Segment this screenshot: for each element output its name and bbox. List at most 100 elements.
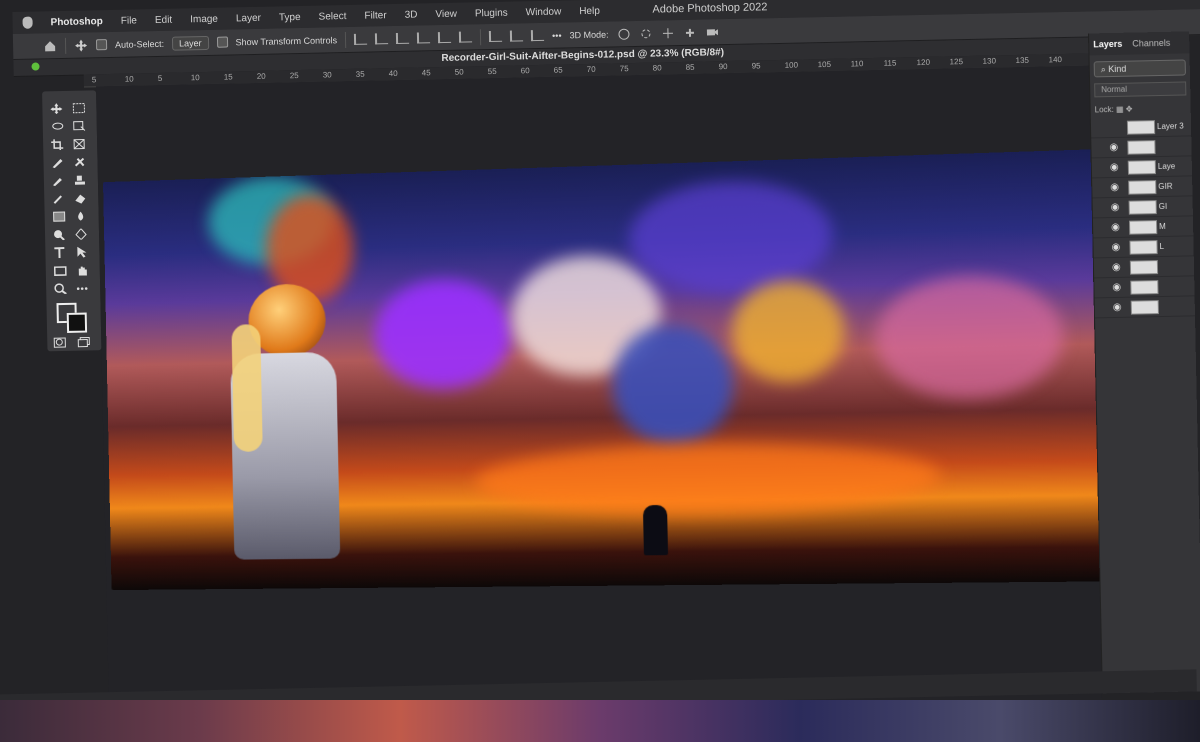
eye-icon[interactable]: ◉	[1111, 242, 1120, 253]
pen-tool-icon[interactable]	[75, 226, 88, 237]
blur-tool-icon[interactable]	[75, 208, 88, 219]
layer-row[interactable]: ◉	[1094, 276, 1194, 298]
healing-brush-icon[interactable]	[73, 154, 86, 165]
eyedropper-tool-icon[interactable]	[51, 155, 64, 166]
camera-3d-icon[interactable]	[704, 25, 718, 39]
lock-pixels-icon[interactable]: ▦	[1116, 105, 1124, 114]
brush-tool-icon[interactable]	[52, 173, 65, 184]
show-transform-label: Show Transform Controls	[235, 35, 337, 47]
gradient-tool-icon[interactable]	[53, 209, 66, 220]
layer-row[interactable]: ◉ GIR	[1092, 176, 1192, 198]
object-select-icon[interactable]	[73, 119, 86, 130]
eye-icon[interactable]: ◉	[1112, 262, 1121, 273]
menu-help[interactable]: Help	[579, 5, 600, 16]
layer-row[interactable]: ◉	[1094, 256, 1194, 278]
window-green-button[interactable]	[31, 62, 39, 70]
eye-icon[interactable]: ◉	[1111, 202, 1120, 213]
quick-mask-icon[interactable]	[53, 335, 66, 346]
layer-row[interactable]: Layer 3	[1091, 116, 1191, 138]
frame-tool-icon[interactable]	[73, 137, 86, 148]
distribute-middle-icon[interactable]	[510, 30, 523, 41]
layer-row[interactable]: ◉ GI	[1093, 196, 1193, 218]
menu-image[interactable]: Image	[190, 13, 218, 25]
eye-icon[interactable]: ◉	[1110, 182, 1119, 193]
document-canvas-artwork[interactable]	[103, 149, 1121, 590]
menu-plugins[interactable]: Plugins	[475, 7, 508, 19]
tilted-display: Photoshop File Edit Image Layer Type Sel…	[0, 0, 1200, 742]
menu-layer[interactable]: Layer	[236, 12, 261, 24]
ruler-tick-label: 60	[521, 66, 530, 75]
menu-select[interactable]: Select	[319, 11, 347, 23]
align-center-icon[interactable]	[375, 33, 388, 44]
photoshop-screen: Photoshop File Edit Image Layer Type Sel…	[0, 0, 1200, 742]
ruler-tick-label: 10	[125, 74, 134, 83]
eye-icon[interactable]: ◉	[1109, 142, 1118, 153]
roll-3d-icon[interactable]	[638, 26, 652, 40]
more-options-button[interactable]: •••	[552, 30, 562, 40]
menu-window[interactable]: Window	[526, 6, 562, 18]
layer-thumbnail	[1130, 280, 1158, 295]
auto-select-dropdown[interactable]: Layer	[172, 35, 209, 50]
layer-row[interactable]: ◉ L	[1093, 236, 1193, 258]
layer-row[interactable]: ◉	[1091, 136, 1191, 158]
eraser-tool-icon[interactable]	[74, 190, 87, 201]
dodge-tool-icon[interactable]	[53, 227, 66, 238]
move-tool-icon[interactable]	[74, 38, 88, 52]
layer-row[interactable]: ◉	[1095, 296, 1195, 318]
clone-stamp-icon[interactable]	[74, 172, 87, 183]
more-tools-icon[interactable]	[76, 280, 89, 291]
layer-row[interactable]: ◉ Laye	[1092, 156, 1192, 178]
ruler-tick-label: 110	[851, 59, 864, 68]
history-brush-icon[interactable]	[52, 191, 65, 202]
orbit-3d-icon[interactable]	[616, 27, 630, 41]
menu-filter[interactable]: Filter	[364, 10, 386, 21]
show-transform-checkbox[interactable]	[216, 37, 227, 48]
menu-type[interactable]: Type	[279, 11, 301, 22]
align-top-icon[interactable]	[417, 32, 430, 43]
eye-icon[interactable]: ◉	[1110, 162, 1119, 173]
marquee-tool-icon[interactable]	[72, 101, 85, 112]
type-tool-icon[interactable]	[53, 245, 66, 256]
eye-icon[interactable]: ◉	[1113, 302, 1122, 313]
distribute-top-icon[interactable]	[489, 31, 502, 42]
tab-channels[interactable]: Channels	[1132, 38, 1170, 49]
auto-select-checkbox[interactable]	[96, 39, 107, 50]
menu-edit[interactable]: Edit	[155, 14, 172, 25]
layers-panel: Layers Channels ⌕ Kind Normal Lock: ▦ ✥ …	[1088, 31, 1200, 693]
ruler-tick-label: 5	[92, 75, 97, 84]
background-color-swatch[interactable]	[67, 313, 87, 333]
hand-tool-icon[interactable]	[76, 262, 89, 273]
menu-file[interactable]: File	[121, 15, 137, 26]
apple-icon[interactable]	[22, 17, 32, 29]
menu-3d[interactable]: 3D	[405, 9, 418, 20]
distribute-bottom-icon[interactable]	[531, 30, 544, 41]
ruler-tick-label: 50	[455, 68, 464, 77]
align-right-icon[interactable]	[396, 33, 409, 44]
align-left-icon[interactable]	[354, 34, 367, 45]
layer-row[interactable]: ◉ M	[1093, 216, 1193, 238]
eye-icon[interactable]: ◉	[1111, 222, 1120, 233]
align-middle-icon[interactable]	[438, 32, 451, 43]
lock-position-icon[interactable]: ✥	[1126, 105, 1133, 114]
slide-3d-icon[interactable]	[682, 25, 696, 39]
menu-view[interactable]: View	[435, 8, 457, 19]
align-bottom-icon[interactable]	[459, 31, 472, 42]
ruler-tick-label: 20	[257, 72, 266, 81]
home-icon[interactable]	[43, 39, 57, 53]
panel-tabs: Layers Channels	[1089, 31, 1189, 55]
art-golden-castle	[731, 279, 845, 383]
rectangle-tool-icon[interactable]	[54, 263, 67, 274]
kind-filter-dropdown[interactable]: ⌕ Kind	[1094, 59, 1186, 77]
zoom-tool-icon[interactable]	[54, 281, 67, 292]
lasso-tool-icon[interactable]	[51, 119, 64, 130]
menu-app-name[interactable]: Photoshop	[50, 16, 102, 28]
blend-mode-dropdown[interactable]: Normal	[1094, 81, 1186, 97]
path-select-icon[interactable]	[75, 244, 88, 255]
eye-icon[interactable]: ◉	[1112, 282, 1121, 293]
move-tool-icon[interactable]	[50, 101, 63, 112]
tab-layers[interactable]: Layers	[1093, 39, 1122, 50]
screen-mode-icon[interactable]	[77, 334, 90, 345]
crop-tool-icon[interactable]	[51, 137, 64, 148]
pan-3d-icon[interactable]	[660, 26, 674, 40]
ruler-tick-label: 120	[917, 58, 931, 67]
